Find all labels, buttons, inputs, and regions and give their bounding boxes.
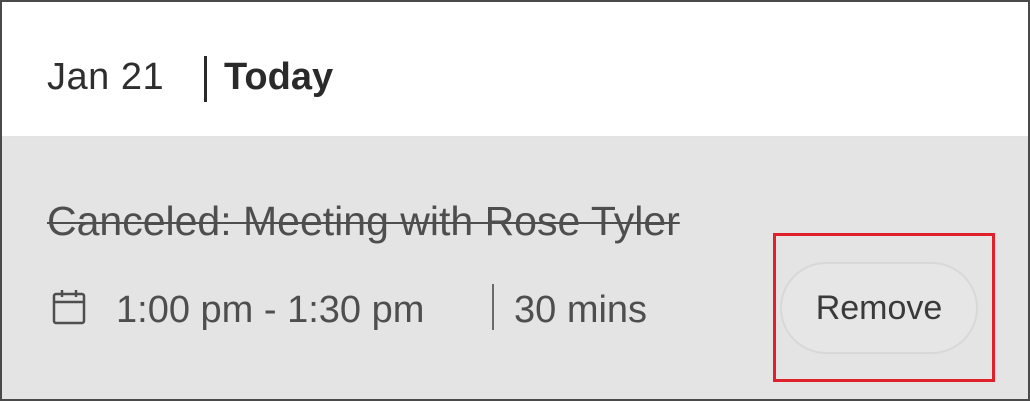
event-card[interactable]: Canceled: Meeting with Rose Tyler 1:00 p… [2, 138, 1028, 399]
event-time-range: 1:00 pm - 1:30 pm [116, 289, 425, 331]
remove-button[interactable]: Remove [780, 262, 978, 354]
time-duration-divider [492, 284, 494, 330]
agenda-header: Jan 21 Today [2, 2, 1028, 138]
agenda-panel: Jan 21 Today Canceled: Meeting with Rose… [0, 0, 1030, 401]
header-divider [204, 56, 207, 102]
event-duration: 30 mins [514, 289, 648, 331]
event-title: Canceled: Meeting with Rose Tyler [47, 198, 680, 244]
calendar-icon [52, 290, 86, 325]
today-label: Today [224, 56, 334, 98]
agenda-date: Jan 21 [47, 56, 165, 98]
